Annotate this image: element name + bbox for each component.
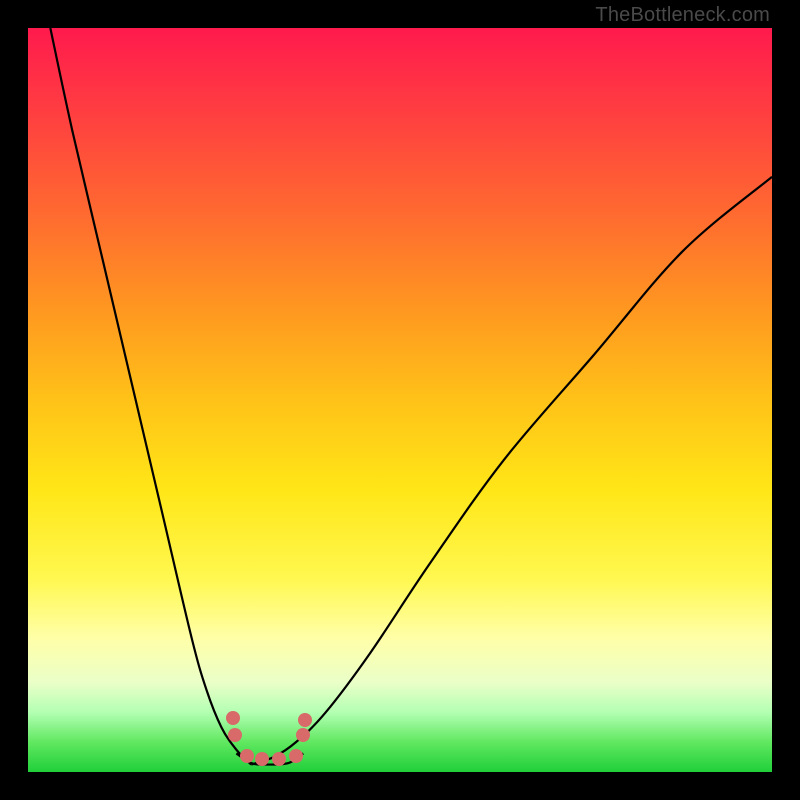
highlight-dot <box>228 728 242 742</box>
highlight-dot <box>296 728 310 742</box>
highlight-dot <box>298 713 312 727</box>
chart-plot-area <box>28 28 772 772</box>
highlight-dot <box>272 752 286 766</box>
highlight-dot <box>240 749 254 763</box>
attribution-text: TheBottleneck.com <box>595 4 770 27</box>
highlight-dots-layer <box>28 28 772 772</box>
highlight-dot <box>289 749 303 763</box>
highlight-dot <box>226 711 240 725</box>
highlight-dot <box>255 752 269 766</box>
